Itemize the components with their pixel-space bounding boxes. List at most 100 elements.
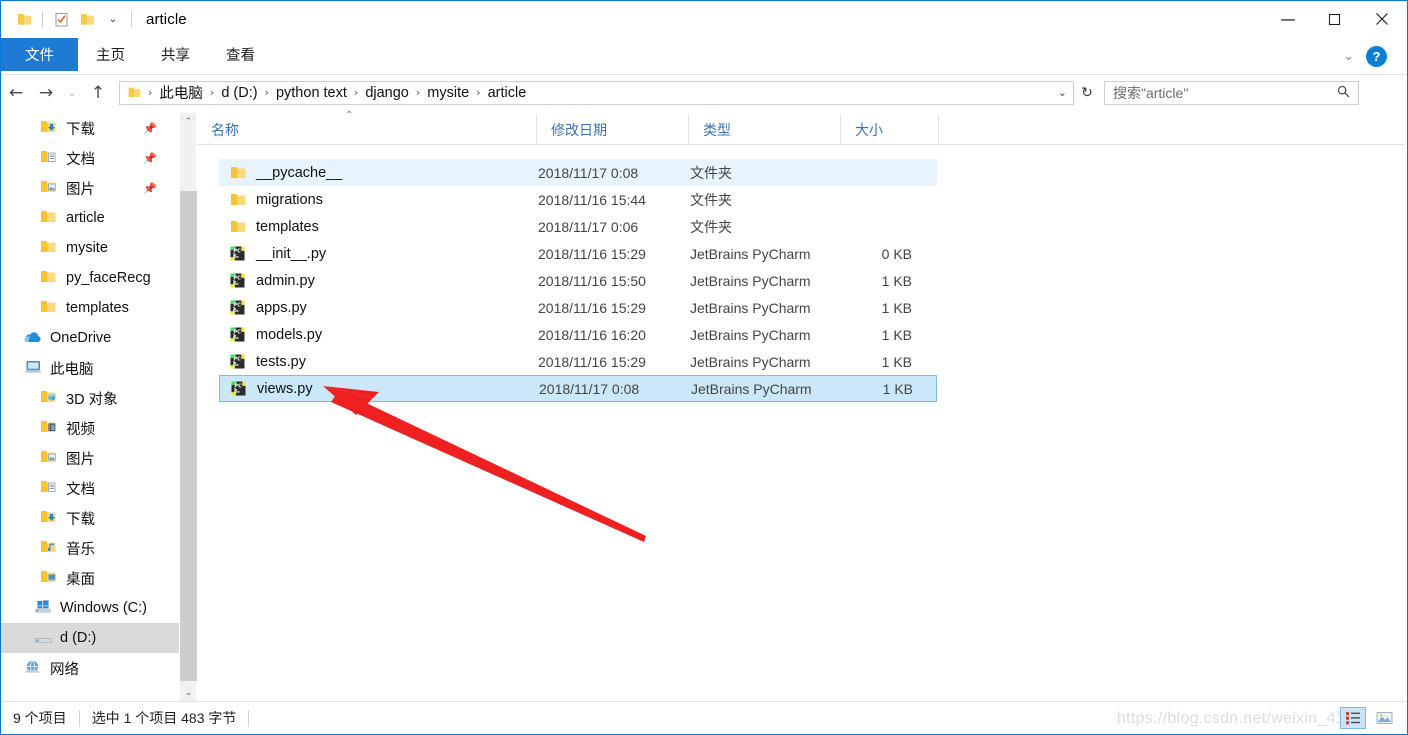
sidebar-item--[interactable]: 下载	[1, 503, 179, 533]
breadcrumb-item-4[interactable]: mysite	[424, 85, 472, 101]
sidebar-item--[interactable]: 此电脑	[1, 353, 179, 383]
breadcrumb-item-5[interactable]: article	[485, 85, 530, 101]
close-button[interactable]	[1357, 1, 1407, 37]
table-row[interactable]: PC models.py 2018/11/16 16:20 JetBrains PyC…	[219, 321, 937, 348]
file-name-cell: tests.py	[256, 353, 306, 370]
pycharm-file-icon: PC	[229, 326, 247, 344]
tab-share[interactable]: 共享	[143, 38, 208, 71]
sort-ascending-icon: ⌃	[345, 109, 354, 121]
back-button[interactable]: ←	[1, 78, 31, 108]
sidebar-item--[interactable]: 文档	[1, 473, 179, 503]
sidebar-item-mysite[interactable]: mysite	[1, 233, 179, 263]
table-row[interactable]: templates 2018/11/17 0:06 文件夹	[219, 213, 937, 240]
tab-file[interactable]: 文件	[1, 38, 78, 71]
scroll-up-arrow-icon[interactable]: ⌃	[180, 113, 197, 130]
table-row[interactable]: PC __init__.py 2018/11/16 15:29 JetBrains P…	[219, 240, 937, 267]
breadcrumb-item-3[interactable]: django	[362, 85, 412, 101]
pin-icon[interactable]: 📌	[143, 122, 157, 135]
sidebar-item-onedrive[interactable]: OneDrive	[1, 323, 179, 353]
search-input[interactable]: 搜索"article"	[1105, 83, 1188, 103]
file-name-cell: migrations	[256, 191, 323, 208]
details-view-button[interactable]	[1340, 707, 1366, 729]
sidebar-item-py-facerecg[interactable]: py_faceRecg	[1, 263, 179, 293]
onedrive-cloud-icon	[23, 328, 43, 348]
svg-text:PC: PC	[233, 248, 241, 254]
breadcrumb-item-2[interactable]: python text	[273, 85, 350, 101]
recent-locations-button[interactable]: ⌄	[61, 78, 83, 108]
table-row[interactable]: __pycache__ 2018/11/17 0:08 文件夹	[219, 159, 937, 186]
tab-view[interactable]: 查看	[208, 38, 273, 71]
table-row[interactable]: PC views.py 2018/11/17 0:08 JetBrains PyCha…	[219, 375, 937, 402]
file-date-cell: 2018/11/16 15:50	[538, 272, 646, 289]
videos-folder-icon	[39, 418, 59, 438]
scrollbar-thumb[interactable]	[180, 191, 197, 681]
file-name-cell: __pycache__	[256, 164, 343, 181]
help-button[interactable]: ?	[1366, 45, 1387, 67]
sidebar-item--[interactable]: 图片	[1, 443, 179, 473]
file-type-cell: 文件夹	[690, 218, 732, 235]
navigation-pane[interactable]: 下载 📌 文档 📌 图片 📌 article mysite py_faceRecg templat…	[1, 113, 179, 701]
up-button[interactable]: ↑	[83, 78, 113, 108]
pycharm-file-icon: PC	[229, 245, 247, 263]
file-name-cell: apps.py	[256, 299, 307, 316]
file-list[interactable]: __pycache__ 2018/11/17 0:08 文件夹 migrations 2…	[197, 146, 1405, 696]
tab-home[interactable]: 主页	[78, 38, 143, 71]
pin-icon[interactable]: 📌	[143, 182, 157, 195]
breadcrumb-item-0[interactable]: 此电脑	[156, 82, 206, 103]
new-folder-icon[interactable]	[74, 6, 100, 32]
breadcrumb-separator-4: ›	[415, 86, 421, 99]
breadcrumb-separator-1: ›	[209, 86, 215, 99]
sidebar-item-article[interactable]: article	[1, 203, 179, 233]
3d-objects-icon	[39, 388, 59, 408]
sidebar-item--[interactable]: 音乐	[1, 533, 179, 563]
sidebar-item-3d-[interactable]: 3D 对象	[1, 383, 179, 413]
sidebar-item-label: 图片	[66, 181, 95, 198]
folder-icon	[39, 238, 59, 258]
drive-icon	[33, 628, 53, 648]
sidebar-item--[interactable]: 视频	[1, 413, 179, 443]
sidebar-item-label: 下载	[66, 511, 95, 528]
table-row[interactable]: PC tests.py 2018/11/16 15:29 JetBrains PyCh…	[219, 348, 937, 375]
svg-text:PC: PC	[234, 383, 242, 389]
collapse-ribbon-button[interactable]: ⌄	[1343, 49, 1354, 64]
breadcrumb-separator-2: ›	[264, 86, 269, 99]
scroll-down-arrow-icon[interactable]: ⌄	[180, 684, 197, 701]
table-row[interactable]: PC apps.py 2018/11/16 15:29 JetBrains PyCha…	[219, 294, 937, 321]
refresh-button[interactable]: ↻	[1074, 78, 1100, 108]
sidebar-item--[interactable]: 图片 📌	[1, 173, 179, 203]
address-dropdown-icon[interactable]: ⌄	[1058, 86, 1067, 99]
minimize-button[interactable]: —	[1265, 1, 1311, 37]
search-box[interactable]: 搜索"article"	[1104, 80, 1359, 105]
sidebar-item--[interactable]: 文档 📌	[1, 143, 179, 173]
pycharm-file-icon: PC	[229, 299, 247, 317]
network-icon	[23, 658, 43, 678]
sidebar-item-windows-c-[interactable]: Windows (C:)	[1, 593, 179, 623]
file-list-header: 名称 ⌃ 修改日期 类型 大小	[197, 110, 1405, 145]
table-row[interactable]: PC admin.py 2018/11/16 15:50 JetBrains PyCh…	[219, 267, 937, 294]
quick-access-dropdown-icon[interactable]: ⌄	[100, 6, 126, 32]
breadcrumb-item-1[interactable]: d (D:)	[218, 85, 260, 101]
music-folder-icon	[39, 538, 59, 558]
navigation-pane-scrollbar[interactable]: ⌃ ⌄	[179, 113, 197, 701]
maximize-button[interactable]	[1311, 1, 1357, 37]
file-date-cell: 2018/11/16 15:29	[538, 353, 646, 370]
properties-checkbox-icon[interactable]	[48, 6, 74, 32]
folder-icon	[39, 208, 59, 228]
status-item-count: 9 个项目	[13, 710, 67, 726]
table-row[interactable]: migrations 2018/11/16 15:44 文件夹	[219, 186, 937, 213]
svg-text:PC: PC	[233, 302, 241, 308]
column-header-type[interactable]: 类型	[689, 114, 841, 145]
sidebar-item-templates[interactable]: templates	[1, 293, 179, 323]
sidebar-item--[interactable]: 下载 📌	[1, 113, 179, 143]
folder-icon[interactable]	[11, 6, 37, 32]
column-header-name[interactable]: 名称 ⌃	[197, 110, 537, 145]
pin-icon[interactable]: 📌	[143, 152, 157, 165]
sidebar-item-d-d-[interactable]: d (D:)	[1, 623, 179, 653]
sidebar-item--[interactable]: 桌面	[1, 563, 179, 593]
sidebar-item--[interactable]: 网络	[1, 653, 179, 683]
address-path-box[interactable]: › 此电脑 › d (D:) › python text › django › …	[119, 80, 1074, 105]
column-header-date[interactable]: 修改日期	[537, 114, 689, 145]
large-icons-view-button[interactable]	[1371, 707, 1397, 729]
column-header-size[interactable]: 大小	[841, 114, 939, 145]
forward-button[interactable]: →	[31, 78, 61, 108]
